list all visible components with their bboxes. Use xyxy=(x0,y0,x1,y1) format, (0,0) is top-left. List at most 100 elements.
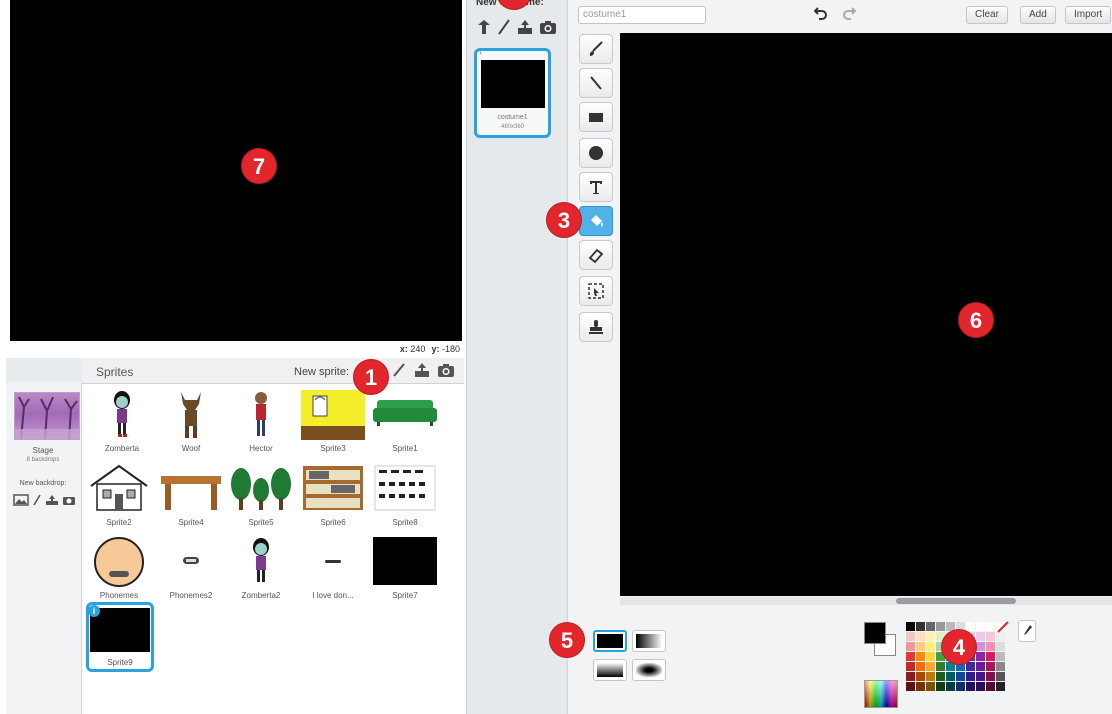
import-button[interactable]: Import xyxy=(1065,6,1112,24)
palette-swatch[interactable] xyxy=(936,672,945,681)
sprite-tile[interactable]: Zomberta xyxy=(86,386,158,460)
stage-canvas[interactable] xyxy=(10,0,462,341)
palette-swatch[interactable] xyxy=(936,622,945,631)
line-tool[interactable] xyxy=(579,68,613,98)
camera-backdrop-icon[interactable] xyxy=(62,494,76,506)
ellipse-tool[interactable] xyxy=(579,138,613,168)
palette-swatch[interactable] xyxy=(996,682,1005,691)
palette-swatch[interactable] xyxy=(926,642,935,651)
sprite-tile[interactable]: Zomberta2 xyxy=(225,533,297,607)
palette-swatch[interactable] xyxy=(916,682,925,691)
palette-swatch[interactable] xyxy=(976,672,985,681)
palette-swatch[interactable] xyxy=(946,672,955,681)
camera-icon[interactable] xyxy=(437,362,455,378)
stage-thumbnail[interactable] xyxy=(14,392,80,440)
sprite-tile[interactable]: Hector xyxy=(225,386,297,460)
fill-horizontal-gradient-option[interactable] xyxy=(632,630,666,652)
sprite-tile[interactable]: Woof xyxy=(155,386,227,460)
palette-swatch[interactable] xyxy=(996,662,1005,671)
stamp-tool[interactable] xyxy=(579,312,613,342)
info-icon[interactable]: i xyxy=(88,605,100,617)
palette-swatch[interactable] xyxy=(996,652,1005,661)
primary-color-swatch[interactable] xyxy=(864,622,886,644)
palette-swatch[interactable] xyxy=(986,642,995,651)
paint-costume-icon[interactable] xyxy=(497,19,511,35)
add-button[interactable]: Add xyxy=(1020,6,1056,24)
palette-swatch[interactable] xyxy=(976,682,985,691)
sprite-tile[interactable]: Phonemes xyxy=(83,533,155,607)
palette-swatch[interactable] xyxy=(996,642,1005,651)
palette-swatch[interactable] xyxy=(916,652,925,661)
palette-swatch[interactable] xyxy=(986,652,995,661)
palette-swatch[interactable] xyxy=(966,682,975,691)
sprite-tile[interactable]: Sprite3 xyxy=(297,386,369,460)
horizontal-scrollbar[interactable] xyxy=(620,597,1112,605)
palette-swatch[interactable] xyxy=(966,662,975,671)
palette-swatch[interactable] xyxy=(976,662,985,671)
palette-swatch[interactable] xyxy=(906,642,915,651)
upload-costume-icon[interactable] xyxy=(516,19,534,35)
palette-swatch[interactable] xyxy=(906,662,915,671)
costume-library-icon[interactable] xyxy=(476,19,492,35)
palette-swatch[interactable] xyxy=(986,662,995,671)
palette-swatch[interactable] xyxy=(986,632,995,641)
palette-swatch[interactable] xyxy=(926,672,935,681)
palette-swatch[interactable] xyxy=(906,622,915,631)
palette-swatch[interactable] xyxy=(926,662,935,671)
select-tool[interactable] xyxy=(579,276,613,306)
costume-name-input[interactable]: costume1 xyxy=(578,6,706,24)
sprite-tile[interactable]: Sprite5 xyxy=(225,460,297,534)
no-color-icon[interactable] xyxy=(996,620,1010,639)
redo-icon[interactable] xyxy=(842,6,857,23)
palette-swatch[interactable] xyxy=(966,622,975,631)
palette-swatch[interactable] xyxy=(926,652,935,661)
sprite-tile[interactable]: Phonemes2 xyxy=(155,533,227,607)
sprite-tile[interactable]: I love don... xyxy=(297,533,369,607)
paint-backdrop-icon[interactable] xyxy=(32,494,42,506)
sprite-tile-selected[interactable]: i Sprite9 xyxy=(84,602,156,678)
sprite-tile[interactable]: Sprite1 xyxy=(369,386,441,460)
palette-swatch[interactable] xyxy=(906,632,915,641)
palette-swatch[interactable] xyxy=(986,682,995,691)
palette-swatch[interactable] xyxy=(946,682,955,691)
clear-button[interactable]: Clear xyxy=(966,6,1008,24)
sprite-tile[interactable]: Sprite4 xyxy=(155,460,227,534)
palette-swatch[interactable] xyxy=(976,642,985,651)
fill-vertical-gradient-option[interactable] xyxy=(593,659,627,681)
palette-swatch[interactable] xyxy=(916,662,925,671)
paint-canvas[interactable] xyxy=(620,33,1112,596)
palette-swatch[interactable] xyxy=(956,672,965,681)
palette-swatch[interactable] xyxy=(916,632,925,641)
fill-radial-gradient-option[interactable] xyxy=(632,659,666,681)
palette-swatch[interactable] xyxy=(976,652,985,661)
palette-swatch[interactable] xyxy=(986,672,995,681)
palette-swatch[interactable] xyxy=(936,682,945,691)
upload-sprite-icon[interactable] xyxy=(413,362,431,378)
scrollbar-thumb[interactable] xyxy=(896,598,1016,604)
brush-tool[interactable] xyxy=(579,34,613,64)
palette-swatch[interactable] xyxy=(916,642,925,651)
sprite-tile[interactable]: Sprite6 xyxy=(297,460,369,534)
sprite-tile[interactable]: Sprite7 xyxy=(369,533,441,607)
palette-swatch[interactable] xyxy=(906,672,915,681)
palette-swatch[interactable] xyxy=(926,682,935,691)
palette-swatch[interactable] xyxy=(906,652,915,661)
rectangle-tool[interactable] xyxy=(579,102,613,132)
sprite-tile[interactable]: Sprite8 xyxy=(369,460,441,534)
palette-swatch[interactable] xyxy=(976,632,985,641)
eraser-tool[interactable] xyxy=(579,240,613,270)
palette-swatch[interactable] xyxy=(926,622,935,631)
fill-solid-option[interactable] xyxy=(593,630,627,652)
palette-swatch[interactable] xyxy=(926,632,935,641)
palette-swatch[interactable] xyxy=(916,672,925,681)
camera-costume-icon[interactable] xyxy=(539,19,557,35)
eyedropper-button[interactable] xyxy=(1018,620,1036,642)
undo-icon[interactable] xyxy=(813,6,828,23)
palette-swatch[interactable] xyxy=(966,672,975,681)
palette-swatch[interactable] xyxy=(976,622,985,631)
palette-swatch[interactable] xyxy=(906,682,915,691)
palette-swatch[interactable] xyxy=(916,622,925,631)
fill-tool[interactable] xyxy=(579,206,613,236)
palette-swatch[interactable] xyxy=(996,672,1005,681)
palette-swatch[interactable] xyxy=(986,622,995,631)
